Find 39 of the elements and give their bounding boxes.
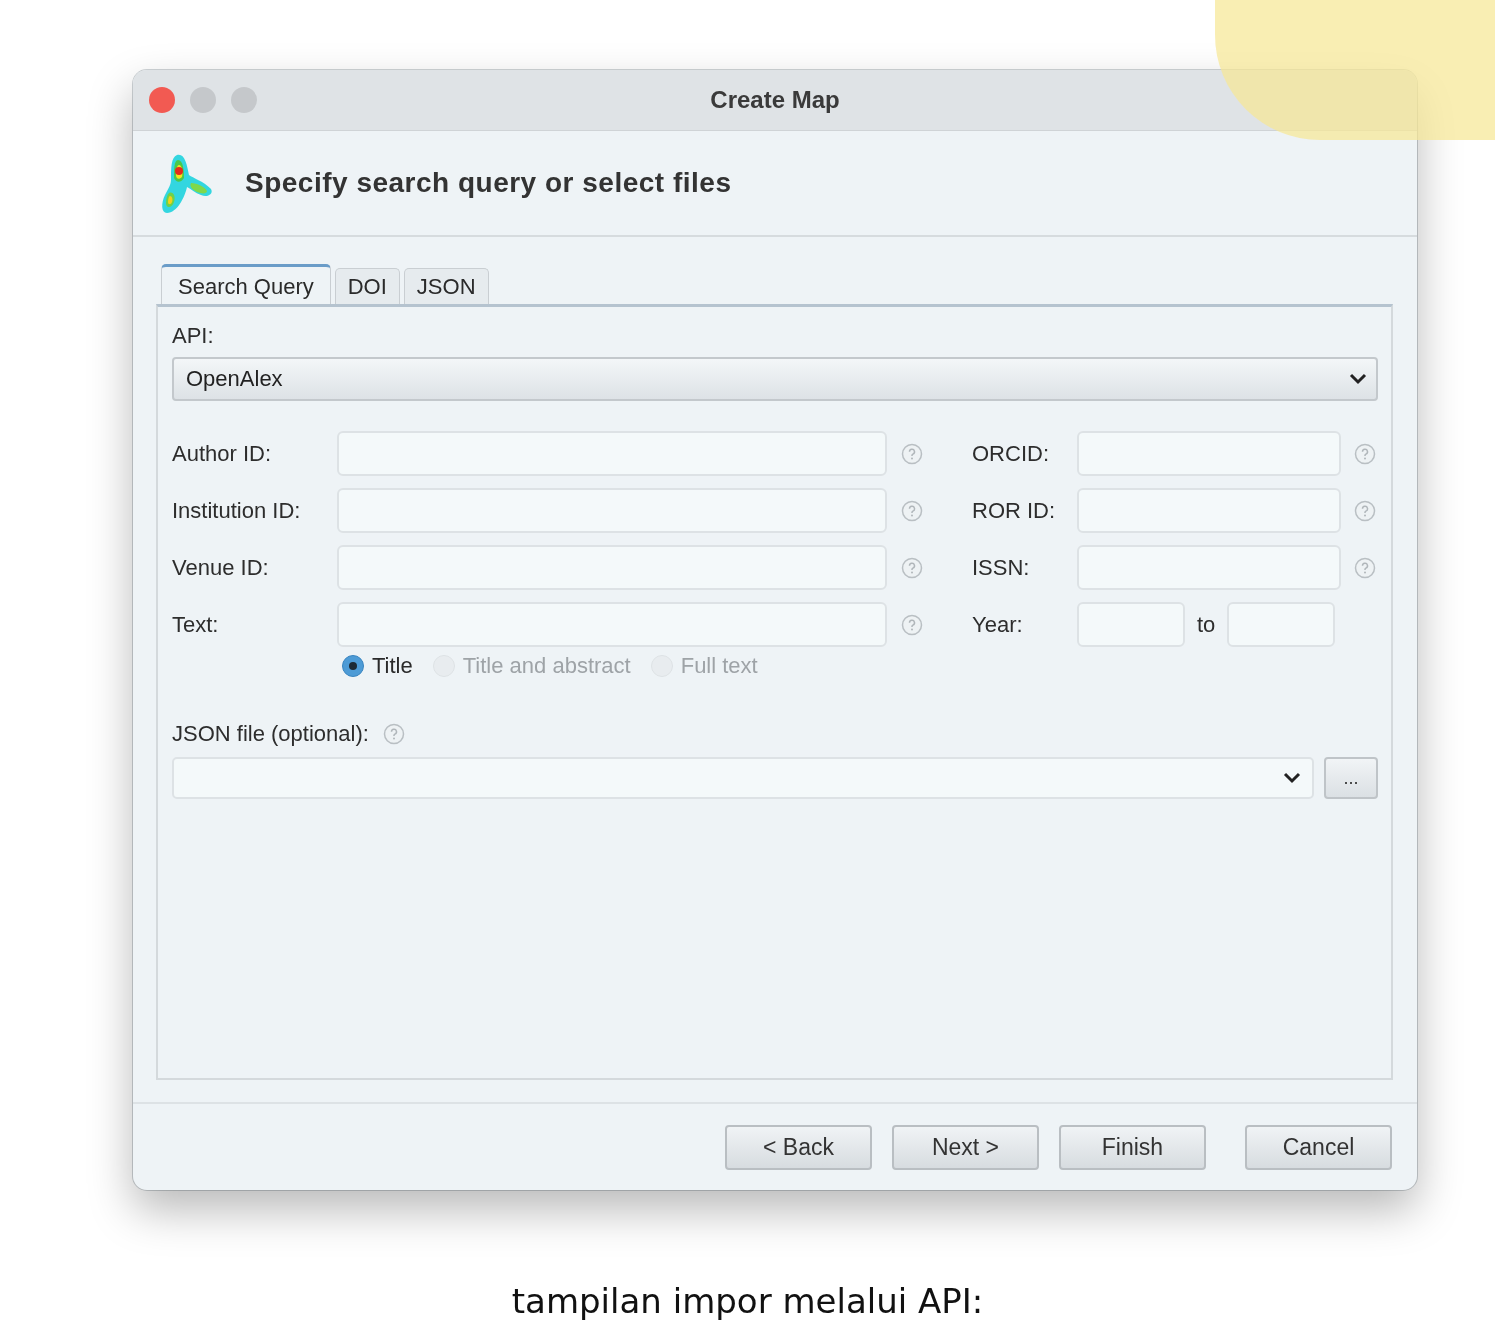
caption-text: tampilan impor melalui API:	[511, 1281, 984, 1321]
dialog-button[interactable]: Next >	[892, 1125, 1039, 1170]
chevron-down-icon	[1348, 372, 1368, 386]
field-label: Venue ID:	[172, 554, 270, 581]
api-dropdown[interactable]: OpenAlex	[172, 357, 1378, 401]
field-label: Institution ID:	[172, 497, 302, 524]
help-icon	[382, 723, 405, 745]
zoom-button[interactable]	[231, 87, 257, 113]
json-file-dropdown[interactable]	[172, 757, 1314, 799]
help-icon	[1354, 499, 1376, 522]
help-icon	[901, 556, 923, 579]
field-label: Year:	[972, 611, 1024, 638]
tab[interactable]: Search Query	[161, 264, 331, 304]
help-icon	[901, 442, 923, 465]
help-icon	[901, 613, 923, 636]
header-title: Specify search query or select files	[245, 167, 732, 199]
help-icon	[901, 499, 923, 522]
field-label: API:	[172, 323, 215, 349]
window-title: Create Map	[710, 86, 840, 113]
field-label: ISSN:	[972, 554, 1031, 581]
field-label: JSON file (optional):	[172, 721, 369, 747]
chevron-down-icon	[1282, 771, 1302, 785]
help-icon	[1354, 442, 1376, 465]
help-icon	[1354, 556, 1376, 579]
radio-label[interactable]: Title	[372, 653, 413, 679]
dialog-button[interactable]: Finish	[1059, 1125, 1206, 1170]
tab[interactable]: DOI	[334, 268, 400, 304]
field-label: Text:	[172, 611, 220, 638]
close-button[interactable]	[149, 87, 175, 113]
dialog-button[interactable]: Cancel	[1245, 1125, 1392, 1170]
field-label: ROR ID:	[972, 497, 1057, 524]
range-separator: to	[1197, 611, 1216, 638]
radio-button[interactable]	[342, 655, 364, 677]
dialog-button[interactable]: < Back	[725, 1125, 872, 1170]
minimize-button[interactable]	[190, 87, 216, 113]
field-label: ORCID:	[972, 440, 1050, 467]
field-label: Author ID:	[172, 440, 273, 467]
browse-button[interactable]: ...	[1324, 757, 1378, 799]
tab[interactable]: JSON	[403, 268, 489, 304]
